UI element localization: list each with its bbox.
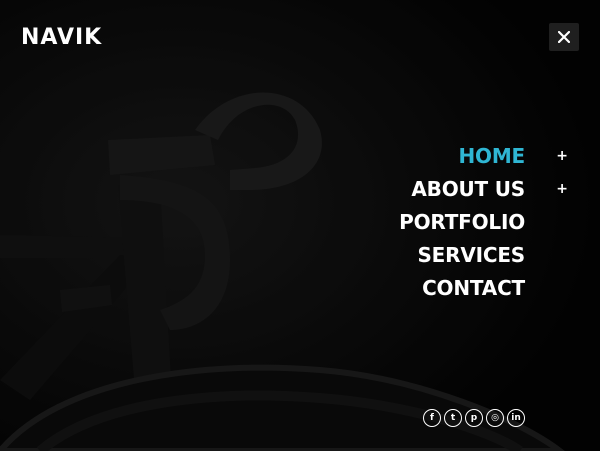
hero-background: NAVIK HOME + ABOUT US + PORTFOLIO SERVIC… [0,0,600,451]
menu-item-contact[interactable]: CONTACT [399,272,525,305]
menu-item-services[interactable]: SERVICES [399,239,525,272]
twitter-icon[interactable]: t [444,409,462,427]
logo[interactable]: NAVIK [21,27,102,49]
instagram-icon[interactable]: ◎ [486,409,504,427]
menu-item-label: CONTACT [422,276,525,300]
close-menu-button[interactable] [549,23,579,51]
facebook-icon[interactable]: f [423,409,441,427]
menu-item-label: PORTFOLIO [399,210,525,234]
close-icon [558,31,570,43]
logo-text: NAVIK [21,25,103,50]
menu-item-portfolio[interactable]: PORTFOLIO [399,206,525,239]
linkedin-icon[interactable]: in [507,409,525,427]
menu-item-label: SERVICES [417,243,525,267]
social-links: f t p ◎ in [423,409,525,427]
pinterest-icon[interactable]: p [465,409,483,427]
submenu-toggle-icon[interactable]: + [556,173,568,206]
menu-item-label: HOME [458,144,525,168]
main-menu: HOME + ABOUT US + PORTFOLIO SERVICES CON… [399,140,568,305]
submenu-toggle-icon[interactable]: + [556,140,568,173]
menu-item-label: ABOUT US [411,177,525,201]
menu-item-about-us[interactable]: ABOUT US + [399,173,568,206]
menu-item-home[interactable]: HOME + [399,140,567,173]
